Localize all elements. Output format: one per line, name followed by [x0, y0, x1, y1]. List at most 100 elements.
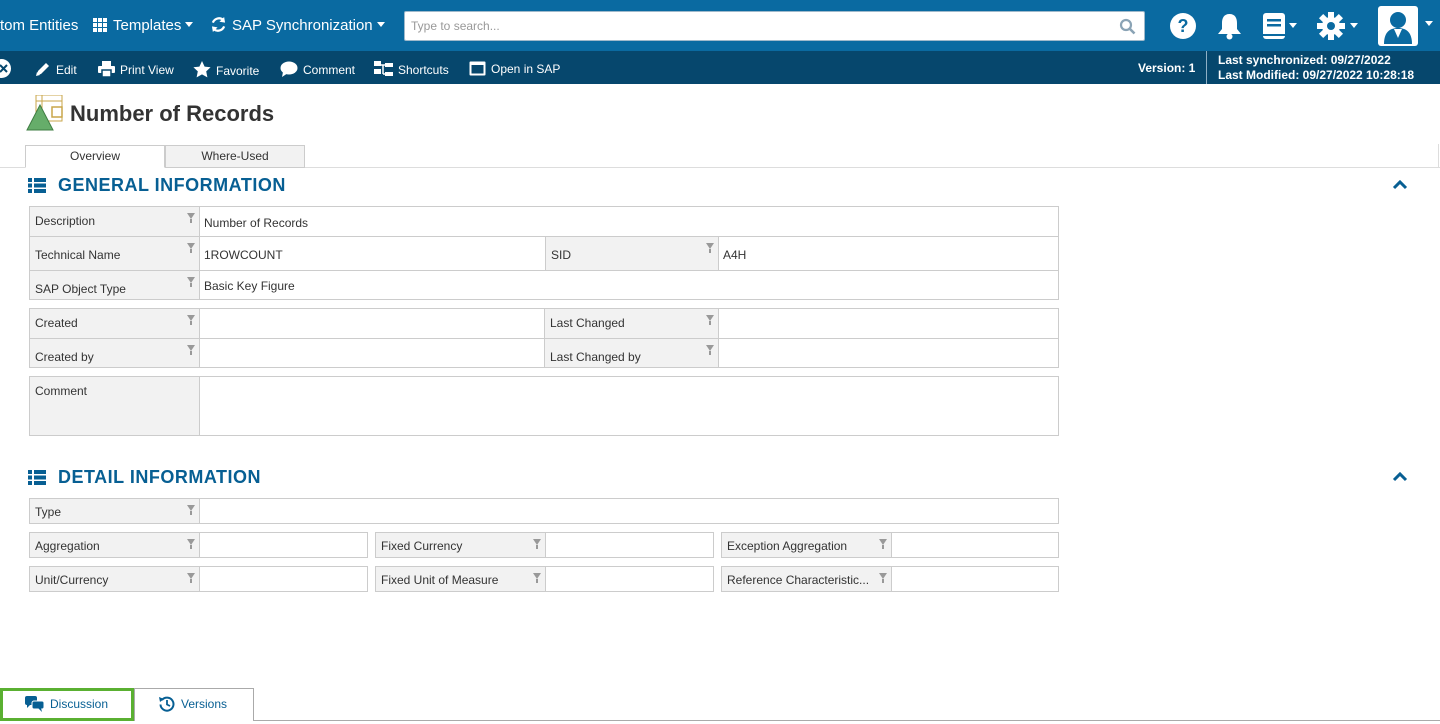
type-label-cell: Type	[30, 499, 200, 523]
search-box	[404, 11, 1145, 41]
last-changed-by-label-cell: Last Changed by	[545, 339, 719, 367]
last-changed-label-cell: Last Changed	[545, 309, 719, 338]
open-in-sap-label: Open in SAP	[491, 62, 561, 76]
search-icon[interactable]	[1119, 18, 1136, 35]
reference-characteristic-label-cell: Reference Characteristic...	[722, 567, 892, 591]
exception-aggregation-label: Exception Aggregation	[727, 539, 848, 553]
versions-label: Versions	[181, 697, 228, 711]
reference-characteristic-field: Reference Characteristic...	[721, 566, 1059, 592]
notification-bell-icon[interactable]	[1216, 12, 1243, 40]
help-icon[interactable]: ?	[1169, 12, 1197, 40]
reference-characteristic-label: Reference Characteristic...	[727, 573, 870, 587]
tabs-divider-right	[1438, 144, 1439, 168]
avatar[interactable]	[1378, 6, 1418, 46]
filter-pin-icon	[187, 213, 195, 223]
aggregation-label: Aggregation	[35, 539, 100, 553]
key-figure-icon	[26, 95, 63, 131]
filter-pin-icon	[533, 539, 541, 549]
shortcuts-button[interactable]: Shortcuts	[374, 61, 449, 77]
general-information-title: GENERAL INFORMATION	[58, 175, 286, 195]
created-label: Created	[35, 316, 78, 330]
list-icon	[28, 178, 46, 193]
version-label: Version: 1	[1138, 61, 1196, 75]
search-input[interactable]	[405, 12, 1105, 40]
history-icon	[159, 696, 175, 712]
gear-icon	[1317, 12, 1358, 40]
unit-currency-label: Unit/Currency	[35, 573, 109, 587]
sap-object-type-label: SAP Object Type	[35, 282, 126, 296]
discussion-label: Discussion	[50, 697, 109, 711]
nav-sap-synchronization[interactable]: SAP Synchronization	[211, 17, 385, 34]
sid-label-cell: SID	[545, 237, 719, 270]
exception-aggregation-field: Exception Aggregation	[721, 532, 1059, 558]
sid-value: A4H	[723, 248, 747, 262]
versions-tab[interactable]: Versions	[134, 688, 254, 721]
filter-pin-icon	[706, 243, 714, 253]
collapse-general-chevron-up-icon[interactable]	[1392, 180, 1408, 190]
print-view-label: Print View	[120, 63, 174, 77]
close-icon	[0, 64, 8, 73]
filter-pin-icon	[187, 505, 195, 515]
aggregation-label-cell: Aggregation	[30, 533, 200, 557]
print-view-button[interactable]: Print View	[98, 61, 174, 78]
discussion-tab[interactable]: Discussion	[0, 688, 134, 721]
list-icon	[28, 470, 46, 485]
collapse-detail-chevron-up-icon[interactable]	[1392, 472, 1408, 482]
page-title: Number of Records	[70, 101, 275, 126]
back-button[interactable]	[0, 59, 11, 78]
edit-button[interactable]: Edit	[35, 61, 77, 77]
fixed-unit-of-measure-label: Fixed Unit of Measure	[381, 573, 499, 587]
chat-bubbles-icon	[25, 696, 45, 712]
sap-object-type-value: Basic Key Figure	[204, 279, 295, 293]
action-toolbar: Edit Print View Favorite Comment Shortcu…	[0, 51, 1440, 84]
settings-menu[interactable]	[1317, 12, 1359, 43]
nav-sap-sync-label: SAP Synchronization	[232, 17, 373, 34]
created-by-label-cell: Created by	[30, 339, 200, 367]
book-menu[interactable]	[1262, 12, 1298, 43]
last-synchronized: Last synchronized: 09/27/2022	[1218, 53, 1391, 67]
technical-name-label: Technical Name	[35, 248, 121, 262]
sap-object-type-label-cell: SAP Object Type	[30, 271, 200, 299]
sync-icon	[211, 17, 226, 32]
created-row: Created Last Changed	[29, 308, 1059, 339]
technical-name-label-cell: Technical Name	[30, 237, 200, 270]
user-avatar-icon	[1384, 12, 1412, 44]
sap-object-type-row: SAP Object Type Basic Key Figure	[29, 270, 1059, 300]
sitemap-icon	[374, 61, 393, 76]
filter-pin-icon	[706, 345, 714, 355]
created-by-label: Created by	[35, 350, 94, 364]
filter-pin-icon	[187, 243, 195, 253]
comment-button[interactable]: Comment	[280, 61, 355, 77]
sync-info: Last synchronized: 09/27/2022 Last Modif…	[1206, 51, 1440, 84]
pencil-icon	[36, 63, 49, 76]
filter-pin-icon	[879, 539, 887, 549]
filter-pin-icon	[533, 573, 541, 583]
open-in-sap-button[interactable]: Open in SAP	[469, 61, 560, 76]
tab-overview[interactable]: Overview	[25, 145, 165, 168]
nav-custom-entities[interactable]: tom Entities	[0, 17, 78, 34]
chevron-down-icon	[185, 22, 194, 27]
tab-where-used[interactable]: Where-Used	[165, 145, 305, 168]
filter-pin-icon	[706, 315, 714, 325]
type-row: Type	[29, 498, 1059, 524]
comment-row: Comment	[29, 376, 1059, 436]
user-menu-chevron-icon[interactable]	[1424, 20, 1434, 28]
nav-templates-label: Templates	[113, 17, 182, 34]
created-by-row: Created by Last Changed by	[29, 338, 1059, 368]
description-row: Description Number of Records	[29, 206, 1059, 237]
favorite-button[interactable]: Favorite	[193, 61, 259, 78]
fixed-currency-field: Fixed Currency	[375, 532, 714, 558]
filter-pin-icon	[187, 573, 195, 583]
svg-text:?: ?	[1178, 16, 1189, 36]
bottom-tabs-divider	[254, 720, 1440, 721]
printer-icon	[98, 61, 115, 78]
edit-label: Edit	[56, 63, 77, 77]
favorite-label: Favorite	[216, 64, 260, 78]
grid-icon	[93, 18, 107, 32]
nav-templates[interactable]: Templates	[93, 17, 194, 34]
filter-pin-icon	[187, 539, 195, 549]
sid-label: SID	[551, 248, 572, 262]
star-icon	[193, 61, 211, 78]
chevron-down-icon	[376, 22, 385, 27]
description-label: Description	[35, 214, 96, 228]
